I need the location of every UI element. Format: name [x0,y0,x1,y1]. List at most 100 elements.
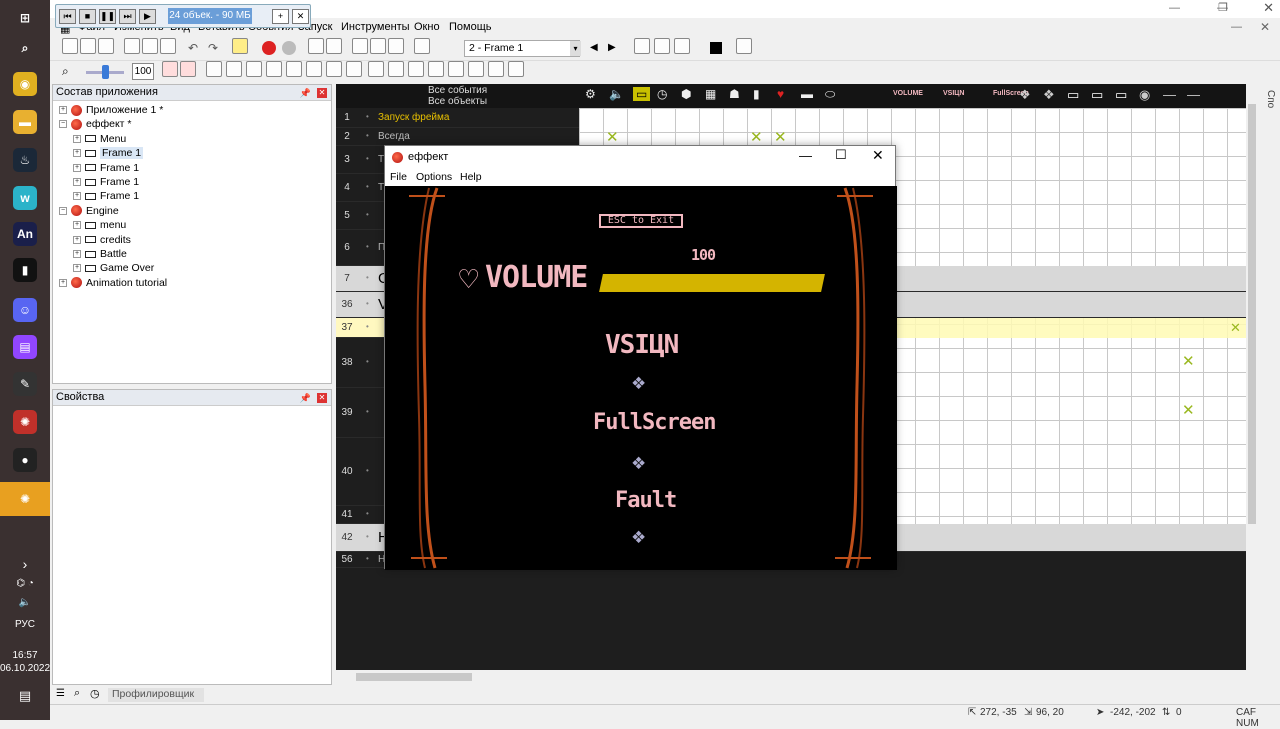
menu-window[interactable]: Окно [414,21,440,33]
expand-icon[interactable]: + [73,134,81,143]
terminal-icon[interactable]: ▮ [13,258,37,282]
language-indicator[interactable]: РУС [0,619,50,630]
black-bar-icon[interactable]: ▮ [753,87,760,101]
rewind-icon[interactable]: ⏮ [59,9,76,24]
expand-icon[interactable]: + [59,106,67,114]
tree-item[interactable]: + Animation tutorial [59,277,167,289]
system-icon[interactable]: ⚙ [585,87,596,101]
pause-icon[interactable]: ❚❚ [99,9,116,24]
vsync-toggle-icon[interactable]: ❖ [631,374,646,394]
tick-mark[interactable]: ✕ [606,128,619,146]
object-label[interactable]: VOLUME [893,90,923,97]
search-icon[interactable]: ⌕ [13,36,37,60]
tree-item[interactable]: + Frame 1 [73,147,144,160]
tree-item[interactable]: + menu [73,219,126,231]
storyboard-icon[interactable] [308,38,324,54]
play-icon[interactable]: ▶ [139,9,156,24]
open-icon[interactable] [80,38,96,54]
fusion-icon[interactable]: ✺ [13,410,37,434]
stop-icon[interactable]: ■ [79,9,96,24]
object-icon[interactable]: ❖ [1043,87,1055,103]
clock-date[interactable]: 06.10.2022 [0,663,50,674]
fusion-active-icon[interactable]: ✺ [0,482,50,516]
stop-run-icon[interactable] [282,41,296,55]
vertical-scrollbar[interactable] [1246,84,1258,670]
event-toolbar-icon-3[interactable] [206,61,222,77]
game-menu-help[interactable]: Help [460,171,482,183]
expand-icon[interactable]: + [73,235,81,244]
game-menu-options[interactable]: Options [416,171,452,183]
event-toolbar-icon-2[interactable] [180,61,196,77]
event-toolbar-icon-14[interactable] [428,61,444,77]
collapse-icon[interactable]: − [59,206,67,215]
fault-label[interactable]: Fault [615,488,677,513]
event-toolbar-icon-7[interactable] [286,61,302,77]
event-toolbar-icon-4[interactable] [226,61,242,77]
object-icon[interactable]: — [1163,87,1176,102]
copy-icon[interactable] [142,38,158,54]
round-button-icon[interactable]: ⬭ [825,87,835,102]
tree-item[interactable]: + Menu [73,133,126,145]
event-toolbar-icon-15[interactable] [448,61,464,77]
zoom-value[interactable]: 100 [132,63,154,80]
event-toolbar-icon-1[interactable] [162,61,178,77]
chrome-icon[interactable]: ◉ [13,72,37,96]
tree-item[interactable]: + Приложение 1 * [59,104,163,116]
steam-icon[interactable]: ♨ [13,148,37,172]
animate-icon[interactable]: An [13,222,37,246]
keyboard-icon[interactable]: ▦ [705,87,716,101]
pin-icon[interactable]: 📌 [300,86,311,101]
cut-icon[interactable] [124,38,140,54]
tree-item[interactable]: + Frame 1 [73,176,139,188]
paste-icon[interactable] [160,38,176,54]
player-icon[interactable]: ☗ [729,87,740,101]
help-icon[interactable] [232,38,248,54]
prev-frame-icon[interactable]: ◀ [590,42,598,53]
event-toolbar-icon-8[interactable] [306,61,322,77]
tree-item[interactable]: + Frame 1 [73,190,139,202]
zoom-slider-thumb[interactable] [102,65,109,79]
timer-icon[interactable]: ◷ [657,87,667,101]
data-elements-icon[interactable] [414,38,430,54]
menu-help[interactable]: Помощь [449,21,492,33]
collapse-icon[interactable]: − [59,120,67,129]
record-icon[interactable]: ● [13,448,37,472]
object-icon[interactable]: ❖ [1019,87,1031,103]
settings-icon[interactable] [736,38,752,54]
panel-close-icon[interactable]: ✕ [317,393,327,403]
event-toolbar-icon-13[interactable] [408,61,424,77]
save-icon[interactable] [98,38,114,54]
frame-editor-icon[interactable] [352,38,368,54]
object-icon[interactable]: — [1187,87,1200,102]
tree-item[interactable]: + Game Over [73,262,154,274]
game-close-icon[interactable]: ✕ [872,147,884,164]
tree-item[interactable]: − Engine [59,205,119,217]
tick-mark[interactable]: ✕ [750,128,763,146]
event-toolbar-icon-6[interactable] [266,61,282,77]
side-tab[interactable]: Спо [1262,84,1280,184]
event-list-icon[interactable] [388,38,404,54]
tree-item[interactable]: + credits [73,234,131,246]
mdi-close-icon[interactable]: ✕ [1260,20,1270,34]
event-toolbar-icon-18[interactable] [508,61,524,77]
frame-select[interactable]: 2 - Frame 1 [464,40,580,57]
tick-mark[interactable]: ✕ [1182,352,1195,370]
panel-close-icon[interactable]: ✕ [317,88,327,98]
game-minimize-icon[interactable]: — [799,148,812,163]
tree-item[interactable]: + Frame 1 [73,162,139,174]
expand-icon[interactable]: + [73,178,81,186]
discord-icon[interactable]: ☺ [13,298,37,322]
next-frame-icon[interactable]: ▶ [608,42,616,53]
expand-icon[interactable]: + [73,163,81,172]
vsync-label[interactable]: VSIЦN [605,330,679,360]
network-icon[interactable]: ⌬ ◔ [0,578,50,589]
create-icon[interactable]: ⬢ [681,87,691,101]
expand-icon[interactable]: + [73,264,81,273]
object-icon[interactable]: ◉ [1139,87,1150,103]
zoom-search-icon[interactable]: ⌕ [62,64,69,79]
tree-item[interactable]: − еффект * [59,118,131,130]
event-toolbar-icon-17[interactable] [488,61,504,77]
expand-icon[interactable]: + [73,149,81,158]
object-icon[interactable]: ▭ [1091,87,1103,103]
redo-icon[interactable]: ↷ [208,41,218,55]
